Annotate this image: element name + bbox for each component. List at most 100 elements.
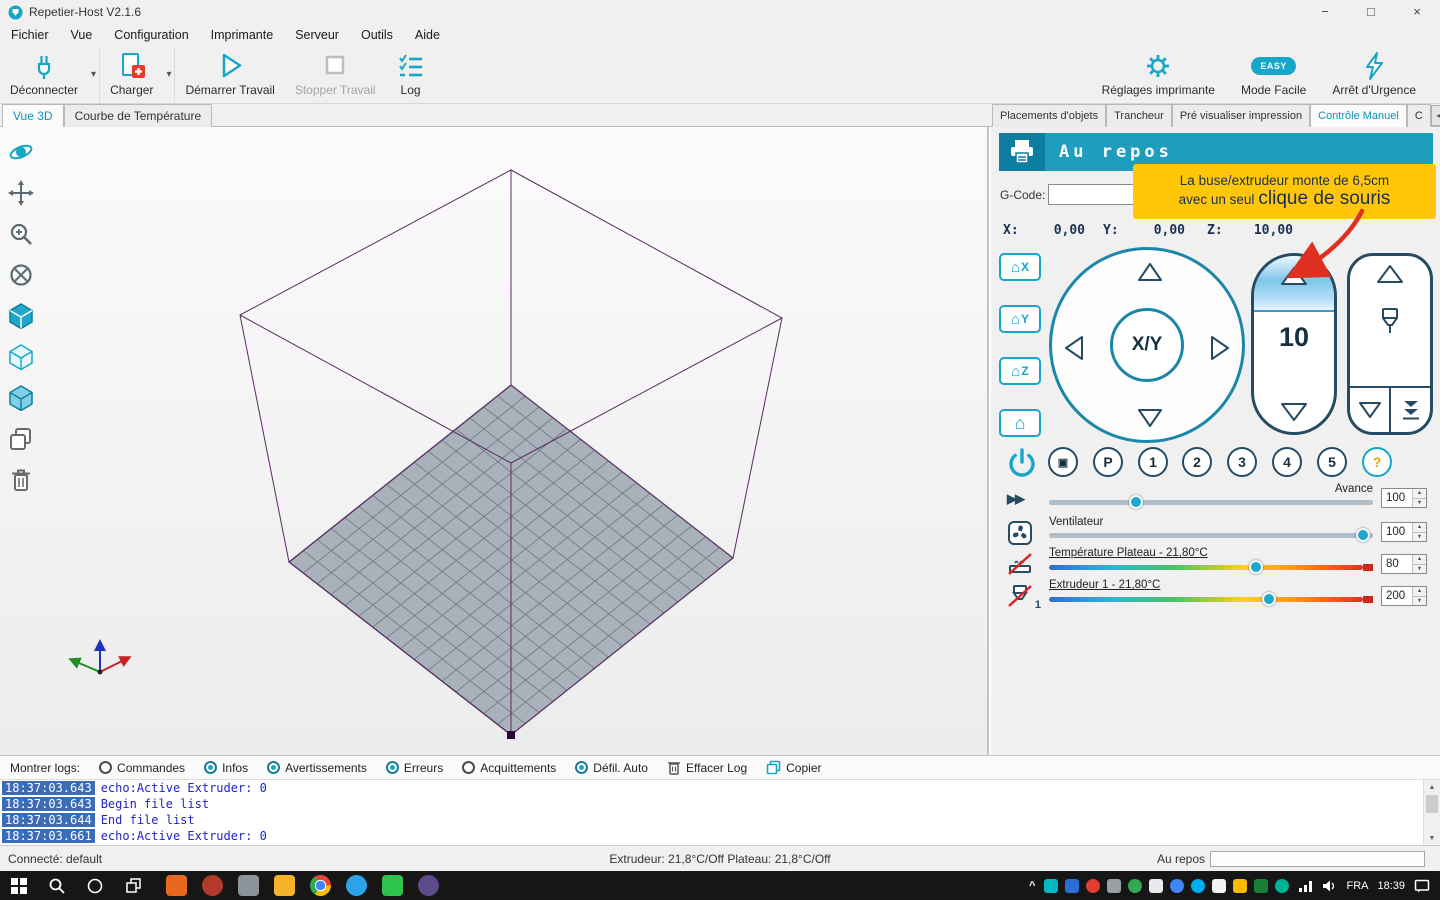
zoom-view-icon[interactable]: [6, 219, 36, 249]
spin-up-icon[interactable]: ▲: [1413, 523, 1426, 533]
volume-icon[interactable]: [1322, 879, 1337, 893]
slider-thumb[interactable]: [1129, 495, 1144, 509]
power-button[interactable]: [1003, 444, 1039, 480]
taskbar-app-icon[interactable]: [238, 875, 259, 896]
tray-icon[interactable]: [1191, 878, 1206, 893]
menu-aide[interactable]: Aide: [404, 28, 451, 42]
preset-2-button[interactable]: 2: [1182, 447, 1212, 477]
feedrate-spinbox[interactable]: 100 ▲ ▼: [1381, 488, 1427, 508]
home-z-button[interactable]: ⌂ Z: [999, 357, 1041, 385]
taskbar-app-icon[interactable]: [166, 875, 187, 896]
maximize-button[interactable]: □: [1348, 0, 1394, 24]
filter-defil-auto[interactable]: Défil. Auto: [575, 761, 648, 775]
task-view-icon[interactable]: [114, 871, 152, 900]
filter-avertissements[interactable]: Avertissements: [267, 761, 367, 775]
radio-button[interactable]: [462, 761, 476, 774]
view-isometric-icon[interactable]: [6, 301, 36, 331]
taskbar-app-icon[interactable]: [418, 875, 439, 896]
tray-icon[interactable]: [1128, 878, 1143, 893]
extruder-retract-button[interactable]: [1350, 264, 1430, 284]
network-icon[interactable]: [1298, 879, 1313, 893]
clear-log-button[interactable]: Effacer Log: [667, 760, 747, 775]
search-icon[interactable]: [38, 871, 76, 900]
copy-object-icon[interactable]: [6, 424, 36, 454]
scrollbar-thumb[interactable]: [1426, 795, 1438, 813]
jog-x-minus-button[interactable]: [1063, 335, 1085, 361]
tab-trancheur[interactable]: Trancheur: [1106, 104, 1172, 127]
tray-icon[interactable]: [1086, 878, 1101, 893]
taskbar-app-icon[interactable]: [202, 875, 223, 896]
tray-icon[interactable]: [1275, 878, 1290, 893]
spin-down-icon[interactable]: ▼: [1413, 532, 1426, 541]
radio-button[interactable]: [575, 761, 589, 774]
spin-down-icon[interactable]: ▼: [1413, 564, 1426, 573]
taskbar-app-icon[interactable]: [382, 875, 403, 896]
radio-button[interactable]: [267, 761, 281, 774]
jog-x-plus-button[interactable]: [1209, 335, 1231, 361]
tray-icon[interactable]: [1254, 878, 1269, 893]
tab-scroll-left-button[interactable]: ◀: [1430, 105, 1440, 126]
view-3d-area[interactable]: [0, 127, 989, 755]
minimize-button[interactable]: −: [1302, 0, 1348, 24]
taskbar-app-icon[interactable]: [310, 875, 331, 896]
slider-thumb[interactable]: [1249, 560, 1264, 574]
tray-icon[interactable]: [1107, 878, 1122, 893]
tray-icon[interactable]: [1233, 878, 1248, 893]
bed-temp-slider[interactable]: [1049, 560, 1363, 574]
spin-down-icon[interactable]: ▼: [1413, 596, 1426, 605]
preset-1-button[interactable]: 1: [1138, 447, 1168, 477]
fit-view-icon[interactable]: [6, 260, 36, 290]
taskbar-app-icon[interactable]: [274, 875, 295, 896]
tab-previsualiser[interactable]: Pré visualiser impression: [1171, 104, 1311, 127]
move-view-icon[interactable]: [6, 178, 36, 208]
filter-erreurs[interactable]: Erreurs: [385, 761, 443, 775]
jog-y-minus-button[interactable]: [1137, 407, 1163, 429]
copy-log-button[interactable]: Copier: [766, 760, 822, 775]
action-center-icon[interactable]: [1414, 879, 1430, 893]
tab-truncated[interactable]: C: [1406, 104, 1431, 127]
fan-slider[interactable]: [1049, 528, 1373, 542]
jog-y-plus-button[interactable]: [1137, 261, 1163, 283]
scroll-up-icon[interactable]: ▲: [1424, 780, 1440, 794]
home-y-button[interactable]: ⌂ Y: [999, 305, 1041, 333]
z-plus-button[interactable]: [1254, 256, 1334, 312]
printer-settings-button[interactable]: Réglages imprimante: [1092, 46, 1225, 103]
help-button[interactable]: ?: [1362, 447, 1392, 477]
tab-placements-objets[interactable]: Placements d'objets: [992, 104, 1107, 127]
home-x-button[interactable]: ⌂ X: [999, 253, 1041, 281]
spin-up-icon[interactable]: ▲: [1413, 587, 1426, 597]
view-front-icon[interactable]: [6, 342, 36, 372]
extruder-temp-slider[interactable]: [1049, 592, 1363, 606]
clock[interactable]: 18:39: [1377, 880, 1405, 892]
emergency-stop-button[interactable]: Arrêt d'Urgence: [1322, 46, 1426, 103]
slider-thumb[interactable]: [1356, 528, 1371, 542]
park-button[interactable]: P: [1093, 447, 1123, 477]
tab-controle-manuel[interactable]: Contrôle Manuel: [1310, 104, 1407, 127]
disconnect-dropdown[interactable]: ▾: [88, 46, 101, 103]
tray-icon[interactable]: [1065, 878, 1080, 893]
start-job-button[interactable]: Démarrer Travail: [175, 46, 284, 103]
tray-icon[interactable]: [1044, 878, 1059, 893]
cortana-icon[interactable]: [76, 871, 114, 900]
preset-3-button[interactable]: 3: [1227, 447, 1257, 477]
extruder-unload-button[interactable]: [1389, 388, 1430, 432]
load-button[interactable]: Charger: [100, 46, 163, 103]
disconnect-button[interactable]: Déconnecter: [0, 46, 88, 103]
delete-object-icon[interactable]: [6, 465, 36, 495]
extruder-temp-label[interactable]: Extrudeur 1 - 21,80°C: [1049, 579, 1160, 591]
language-indicator[interactable]: FRA: [1346, 880, 1368, 892]
log-scrollbar[interactable]: ▲ ▼: [1423, 780, 1440, 845]
easy-mode-button[interactable]: EASY Mode Facile: [1231, 46, 1316, 103]
menu-configuration[interactable]: Configuration: [103, 28, 199, 42]
slider-thumb[interactable]: [1261, 592, 1276, 606]
tray-icon[interactable]: [1149, 878, 1164, 893]
tray-icon[interactable]: [1170, 878, 1185, 893]
load-dropdown[interactable]: ▾: [163, 46, 176, 103]
filter-commandes[interactable]: Commandes: [99, 761, 185, 775]
scroll-down-icon[interactable]: ▼: [1424, 831, 1440, 845]
spin-up-icon[interactable]: ▲: [1413, 489, 1426, 499]
feedrate-slider[interactable]: [1049, 495, 1373, 509]
radio-button[interactable]: [385, 761, 399, 774]
view-top-icon[interactable]: [6, 383, 36, 413]
menu-imprimante[interactable]: Imprimante: [200, 28, 285, 42]
